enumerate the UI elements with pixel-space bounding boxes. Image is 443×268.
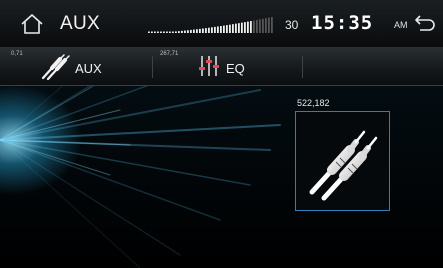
volume-bar-segment <box>259 19 261 33</box>
volume-bar-segment <box>187 30 189 33</box>
equalizer-icon <box>199 56 219 76</box>
volume-bar-segment <box>154 31 156 33</box>
volume-bar-segment <box>220 26 222 33</box>
volume-bar-segment <box>229 24 231 33</box>
top-status-bar: AUX 30 15:35 AM <box>0 0 443 48</box>
volume-bar-segment <box>211 27 213 33</box>
volume-bar-segment <box>268 17 270 33</box>
volume-bar-segment <box>193 29 195 33</box>
volume-bar-segment <box>235 23 237 33</box>
tab-eq-label: EQ <box>226 61 245 76</box>
home-icon[interactable] <box>20 12 44 36</box>
tab-aux-label: AUX <box>75 61 102 76</box>
volume-bar-segment <box>160 31 162 33</box>
volume-bar-segment <box>175 31 177 33</box>
volume-bar-segment <box>238 23 240 33</box>
volume-level-bar[interactable] <box>148 17 274 33</box>
volume-bar-segment <box>190 29 192 33</box>
tab-eq[interactable]: 267,71 EQ <box>152 48 302 85</box>
back-icon[interactable] <box>412 14 436 34</box>
clock-time: 15:35 <box>311 12 374 34</box>
volume-bar-segment <box>214 26 216 33</box>
volume-bar-segment <box>172 31 174 33</box>
tab-aux[interactable]: 0,71 AUX <box>0 48 152 85</box>
volume-bar-segment <box>256 19 258 33</box>
volume-bar-segment <box>166 31 168 33</box>
volume-bar-segment <box>244 22 246 33</box>
volume-bar-segment <box>184 30 186 33</box>
volume-bar-segment <box>241 22 243 33</box>
volume-bar-segment <box>250 21 252 33</box>
volume-bar-segment <box>253 20 255 33</box>
tab-eq-coordinate: 267,71 <box>160 51 179 57</box>
volume-value: 30 <box>285 18 299 32</box>
tab-aux-coordinate: 0,71 <box>11 51 23 57</box>
volume-bar-segment <box>223 25 225 33</box>
volume-bar-segment <box>169 31 171 33</box>
source-tab-row: 0,71 AUX 267,71 EQ <box>0 48 443 86</box>
volume-bar-segment <box>178 31 180 33</box>
volume-bar-segment <box>208 27 210 33</box>
rca-cables-icon <box>309 130 378 201</box>
page-title: AUX <box>60 13 100 34</box>
tab-empty-slot <box>302 48 443 85</box>
aux-tile-coordinate: 522,182 <box>297 98 330 108</box>
volume-bar-segment <box>226 25 228 33</box>
volume-bar-segment <box>271 17 273 33</box>
volume-bar-segment <box>181 30 183 33</box>
volume-bar-segment <box>157 31 159 33</box>
volume-bar-segment <box>232 24 234 33</box>
volume-bar-segment <box>202 28 204 33</box>
volume-bar-segment <box>217 26 219 33</box>
volume-bar-segment <box>199 28 201 33</box>
volume-bar-segment <box>148 31 150 33</box>
screen: AUX 30 15:35 AM 0,71 AUX 267,71 EQ 522,1… <box>0 0 443 268</box>
volume-bar-segment <box>151 31 153 33</box>
rca-plug-icon <box>41 54 70 80</box>
volume-bar-segment <box>163 31 165 33</box>
volume-bar-segment <box>196 29 198 33</box>
volume-bar-segment <box>247 21 249 33</box>
volume-bar-segment <box>262 18 264 33</box>
volume-bar-segment <box>265 18 267 33</box>
clock-ampm: AM <box>394 20 408 30</box>
volume-bar-segment <box>205 28 207 33</box>
aux-source-tile[interactable] <box>295 111 390 211</box>
